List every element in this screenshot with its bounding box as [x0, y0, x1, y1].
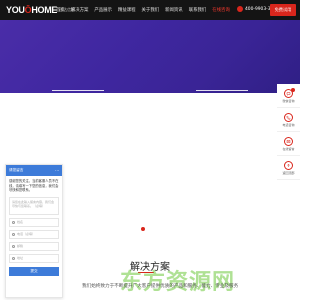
sidebar-item-top[interactable]: 返回顶部 [277, 156, 300, 180]
phone-icon [237, 6, 243, 12]
nav-item-solutions[interactable]: 解决方案 [71, 7, 89, 13]
submit-button[interactable]: 提交 [9, 266, 59, 276]
section-description: 我们始终致力于不断提升广大客户提供优质的产品和服务、能力、专业及服务 [82, 284, 239, 289]
nav-item-products[interactable]: 产品展示 [94, 7, 112, 13]
sidebar-label: 返回顶部 [282, 170, 295, 175]
phone-icon [284, 112, 293, 122]
hero-banner [0, 20, 300, 93]
loading-indicator [141, 227, 145, 231]
arrow-up-icon [284, 160, 293, 170]
notification-badge [291, 87, 295, 92]
address-field[interactable]: 地址 [9, 253, 59, 263]
chat-icon [284, 87, 295, 98]
chat-title: 请您留言 [9, 168, 24, 172]
email-field[interactable]: 邮箱 [9, 241, 59, 251]
user-icon [12, 220, 15, 224]
watermark: 东方资源网 [120, 270, 236, 295]
top-header: YOUŌHOME 创达信息 首页 解决方案 产品展示 精益课程 关于我们 新闻资… [0, 0, 300, 20]
sidebar-item-phone[interactable]: 电话咨询 [277, 108, 300, 132]
nav-item-contact[interactable]: 联系我们 [189, 7, 207, 13]
sidebar-item-wechat[interactable]: 微信咨询 [277, 84, 300, 108]
nav-item-consult[interactable]: 在线咨询 [212, 7, 230, 13]
message-icon [284, 136, 293, 146]
nav-item-news[interactable]: 新闻资讯 [165, 7, 183, 13]
chat-header[interactable]: 请您留言 ··· [6, 165, 62, 176]
sidebar-label: 微信咨询 [282, 98, 295, 103]
page: YOUŌHOME 创达信息 首页 解决方案 产品展示 精益课程 关于我们 新闻资… [0, 0, 300, 300]
mail-icon [12, 244, 15, 248]
nav-item-courses[interactable]: 精益课程 [118, 7, 136, 13]
free-trial-button[interactable]: 免费试用 [270, 4, 296, 16]
name-field[interactable]: 姓名 [9, 217, 59, 227]
phone-icon [12, 232, 15, 236]
chat-message: 感谢您的关注，当前客服人员不在线，请填写一下您的信息，我们会尽快和您联系。 [9, 179, 59, 193]
main-nav: 首页 解决方案 产品展示 精益课程 关于我们 新闻资讯 联系我们 在线咨询 [56, 0, 236, 20]
more-icon[interactable]: ··· [55, 168, 59, 173]
sidebar-item-message[interactable]: 在线留言 [277, 132, 300, 156]
message-textarea[interactable]: 请您在此输入留言内容，我们会尽快与您联系。（必填） [9, 196, 59, 215]
banner-divider-right [196, 90, 248, 93]
phone-field[interactable]: 电话（必填） [9, 229, 59, 239]
logo-wordmark: YOUŌHOME [6, 5, 58, 15]
banner-divider-left [52, 90, 104, 93]
sidebar-label: 在线留言 [282, 146, 295, 151]
nav-item-home[interactable]: 首页 [56, 7, 65, 13]
location-icon [12, 256, 15, 260]
chat-widget: 请您留言 ··· 感谢您的关注，当前客服人员不在线，请填写一下您的信息，我们会尽… [5, 164, 63, 298]
sidebar-label: 电话咨询 [282, 122, 295, 127]
nav-item-about[interactable]: 关于我们 [142, 7, 160, 13]
floating-sidebar: 微信咨询 电话咨询 在线留言 返回顶部 [277, 84, 300, 180]
